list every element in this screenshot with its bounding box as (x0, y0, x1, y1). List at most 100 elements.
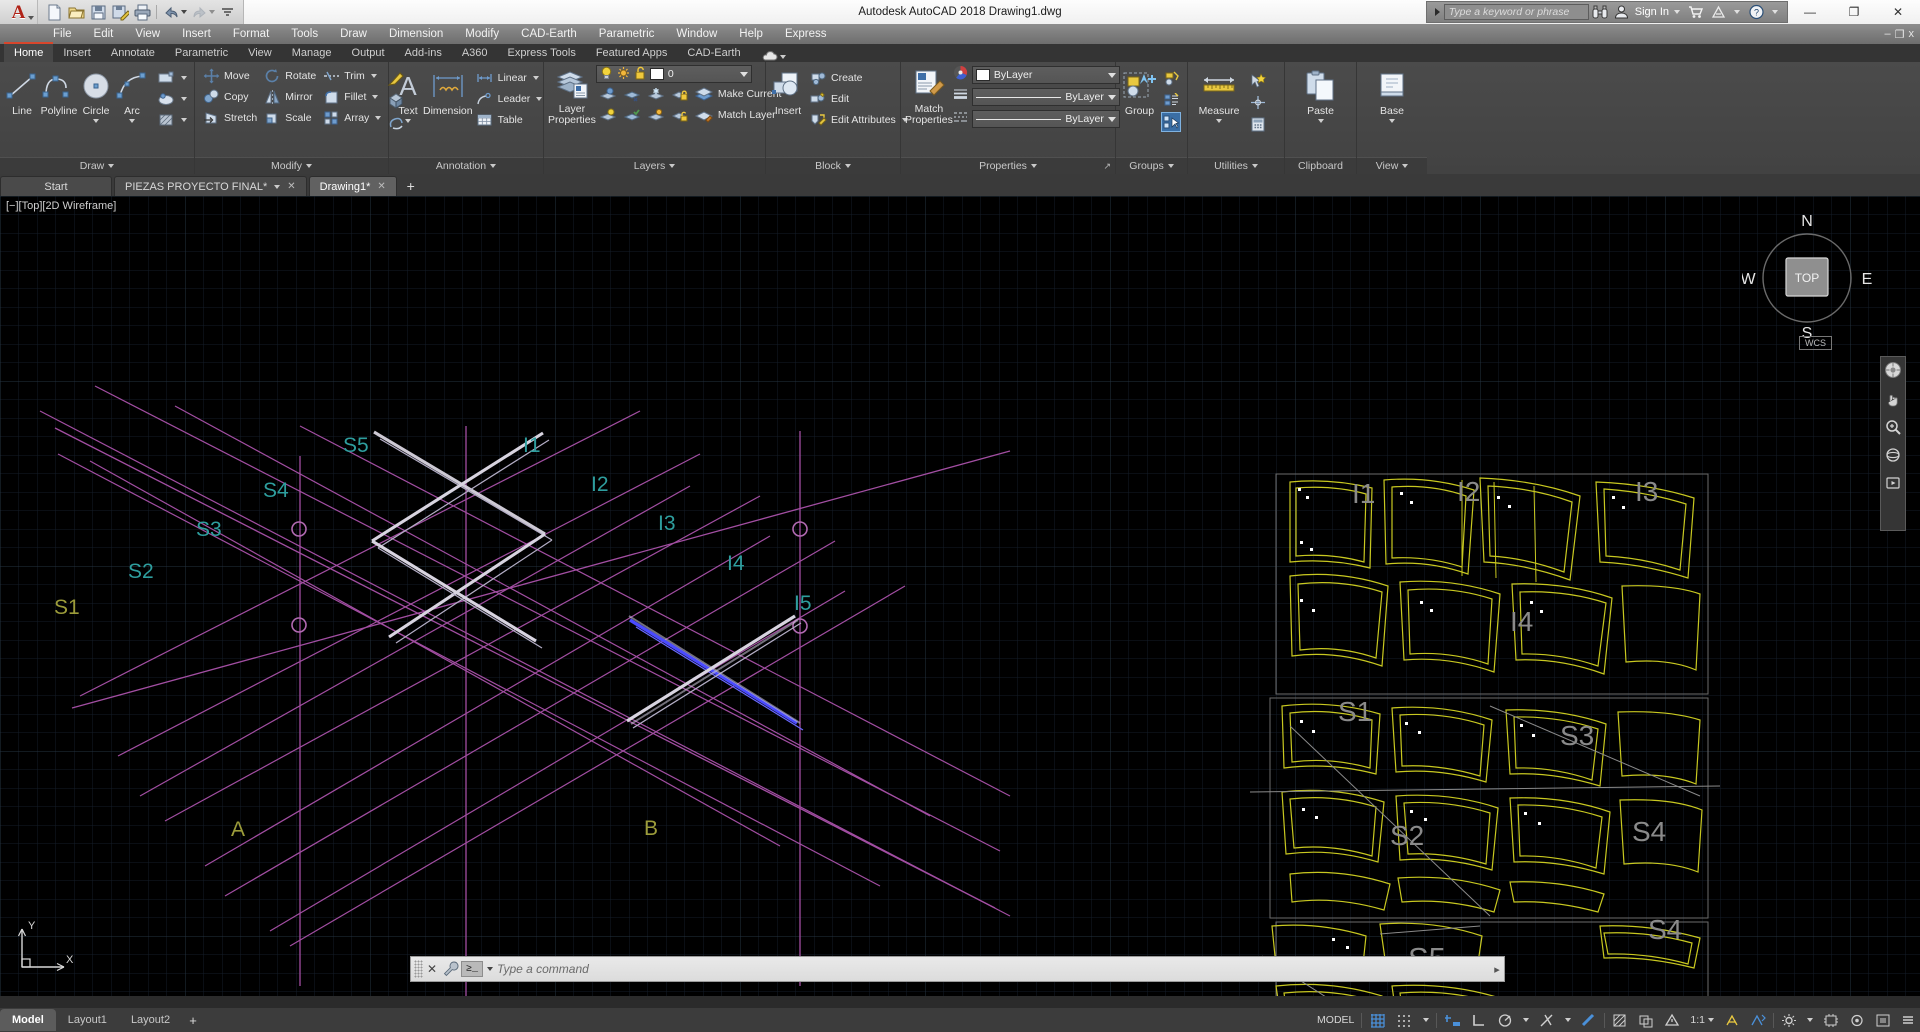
polar-dropdown-icon[interactable] (1518, 1008, 1534, 1032)
redo-icon[interactable] (189, 2, 209, 22)
text-dropdown-icon[interactable] (405, 119, 411, 123)
layer-unisolate-icon[interactable] (598, 105, 618, 125)
showmotion-icon[interactable] (1885, 475, 1901, 496)
object-color-dropdown-icon[interactable] (1107, 72, 1116, 78)
annotation-visibility-icon[interactable] (1719, 1008, 1745, 1032)
tool-insert-block[interactable]: Insert (770, 66, 806, 117)
panel-layers-label[interactable]: Layers (544, 157, 765, 174)
menu-item-format[interactable]: Format (222, 24, 280, 44)
infer-constraints-icon[interactable] (1439, 1008, 1466, 1032)
layer-thaw-icon[interactable] (646, 105, 666, 125)
linear-dropdown-icon[interactable] (532, 76, 539, 80)
menu-item-dimension[interactable]: Dimension (378, 24, 454, 44)
group-edit-icon[interactable] (1161, 90, 1181, 110)
tab-express-tools[interactable]: Express Tools (498, 44, 586, 62)
tool-array[interactable]: Array (319, 108, 384, 128)
tab-featured-apps[interactable]: Featured Apps (586, 44, 678, 62)
lineweight-display-icon[interactable] (1576, 1008, 1602, 1032)
command-prompt-icon[interactable]: ≥_ (461, 961, 483, 977)
unlock-icon[interactable] (634, 66, 646, 83)
tool-scale[interactable]: Scale (260, 108, 319, 128)
file-tab-start[interactable]: Start (0, 176, 112, 196)
trim-dropdown-icon[interactable] (370, 74, 377, 78)
tool-linear-dimension[interactable]: Linear (473, 68, 546, 88)
tool-paste[interactable]: Paste (1295, 66, 1347, 123)
lineweight-combo[interactable]: ByLayer (971, 88, 1120, 106)
tool-measure[interactable]: Measure (1192, 66, 1246, 123)
chevron-down-icon[interactable] (274, 184, 281, 189)
ortho-icon[interactable] (1466, 1008, 1492, 1032)
menu-item-modify[interactable]: Modify (454, 24, 510, 44)
restore-button[interactable]: ❐ (1832, 0, 1876, 24)
save-as-icon[interactable] (110, 2, 130, 22)
pan-icon[interactable] (1885, 391, 1901, 412)
menu-item-insert[interactable]: Insert (171, 24, 222, 44)
panel-clipboard-label[interactable]: Clipboard (1285, 157, 1356, 174)
panel-utilities-label[interactable]: Utilities (1188, 157, 1284, 174)
polar-tracking-icon[interactable] (1492, 1008, 1518, 1032)
command-settings-icon[interactable] (441, 961, 461, 977)
tool-circle[interactable]: Circle (78, 66, 114, 123)
clean-screen-icon[interactable] (1870, 1008, 1896, 1032)
tab-insert[interactable]: Insert (53, 44, 101, 62)
close-icon[interactable]: ✕ (423, 962, 441, 976)
workspace-icon[interactable] (1776, 1008, 1802, 1032)
fillet-dropdown-icon[interactable] (372, 95, 379, 99)
selection-cycling-icon[interactable] (1633, 1008, 1659, 1032)
panel-draw-label[interactable]: Draw (0, 157, 194, 174)
command-expand-icon[interactable]: ▸ (1490, 963, 1504, 976)
tab-add-ins[interactable]: Add-ins (395, 44, 452, 62)
tool-copy[interactable]: Copy (199, 87, 260, 107)
tab-parametric[interactable]: Parametric (165, 44, 238, 62)
cart-icon[interactable] (1685, 2, 1707, 22)
lineweight-icon[interactable] (953, 87, 968, 107)
layer-isolate-icon[interactable] (598, 84, 618, 104)
point-id-icon[interactable] (1248, 92, 1268, 112)
panel-view-label[interactable]: View (1357, 157, 1427, 174)
calculator-icon[interactable] (1248, 114, 1268, 134)
layout-tab-layout1[interactable]: Layout1 (56, 1009, 119, 1031)
annotation-scale-button[interactable]: 1:1 (1685, 1008, 1719, 1032)
steering-wheel-icon[interactable] (1884, 361, 1902, 384)
undo-dropdown-icon[interactable] (181, 10, 187, 14)
new-file-tab-button[interactable]: + (399, 176, 423, 196)
layer-combo[interactable]: 0 (595, 65, 752, 83)
layer-lock-icon[interactable] (670, 84, 690, 104)
tab-output[interactable]: Output (342, 44, 395, 62)
tool-arc[interactable]: Arc (114, 66, 150, 123)
command-line[interactable]: ✕ ≥_ Type a command ▸ (410, 956, 1505, 982)
layout-tab-layout2[interactable]: Layout2 (119, 1009, 182, 1031)
close-icon[interactable]: ✕ (287, 181, 295, 192)
workspace-dropdown-icon[interactable] (1802, 1008, 1818, 1032)
layer-turn-on-icon[interactable] (622, 105, 642, 125)
panel-modify-label[interactable]: Modify (195, 157, 388, 174)
osnap-dropdown-icon[interactable] (1560, 1008, 1576, 1032)
menu-item-draw[interactable]: Draw (329, 24, 378, 44)
layer-combo-dropdown-icon[interactable] (739, 71, 748, 77)
menu-item-file[interactable]: File (42, 24, 83, 44)
lightbulb-icon[interactable] (600, 66, 613, 83)
command-input[interactable]: Type a command (497, 962, 1490, 976)
tool-hatch[interactable] (154, 110, 190, 130)
tool-dimension[interactable]: Dimension (423, 66, 473, 117)
arc-dropdown-icon[interactable] (129, 119, 135, 123)
make-current-icon[interactable] (694, 84, 714, 104)
linetype-dropdown-icon[interactable] (1107, 116, 1116, 122)
tool-trim[interactable]: Trim (319, 66, 384, 86)
open-file-icon[interactable] (66, 2, 86, 22)
chevron-down-icon[interactable] (1708, 1018, 1714, 1022)
help-icon[interactable]: ? (1745, 2, 1767, 22)
tab-a360[interactable]: A360 (452, 44, 498, 62)
close-button[interactable]: ✕ (1876, 0, 1920, 24)
ucs-indicator[interactable]: WCS (1799, 336, 1832, 350)
hatch-dropdown-icon[interactable] (181, 118, 187, 122)
sign-in-label[interactable]: Sign In (1635, 6, 1669, 18)
navigation-bar[interactable] (1880, 356, 1906, 531)
base-view-dropdown-icon[interactable] (1389, 119, 1395, 123)
tab-home[interactable]: Home (4, 42, 54, 62)
drawing-canvas[interactable]: [−][Top][2D Wireframe] TOP N S E W WCS Y… (0, 196, 1920, 996)
orbit-icon[interactable] (1885, 447, 1901, 468)
ribbon-cloud-button[interactable] (761, 51, 786, 62)
panel-groups-label[interactable]: Groups (1116, 157, 1187, 174)
panel-block-label[interactable]: Block (766, 157, 900, 174)
